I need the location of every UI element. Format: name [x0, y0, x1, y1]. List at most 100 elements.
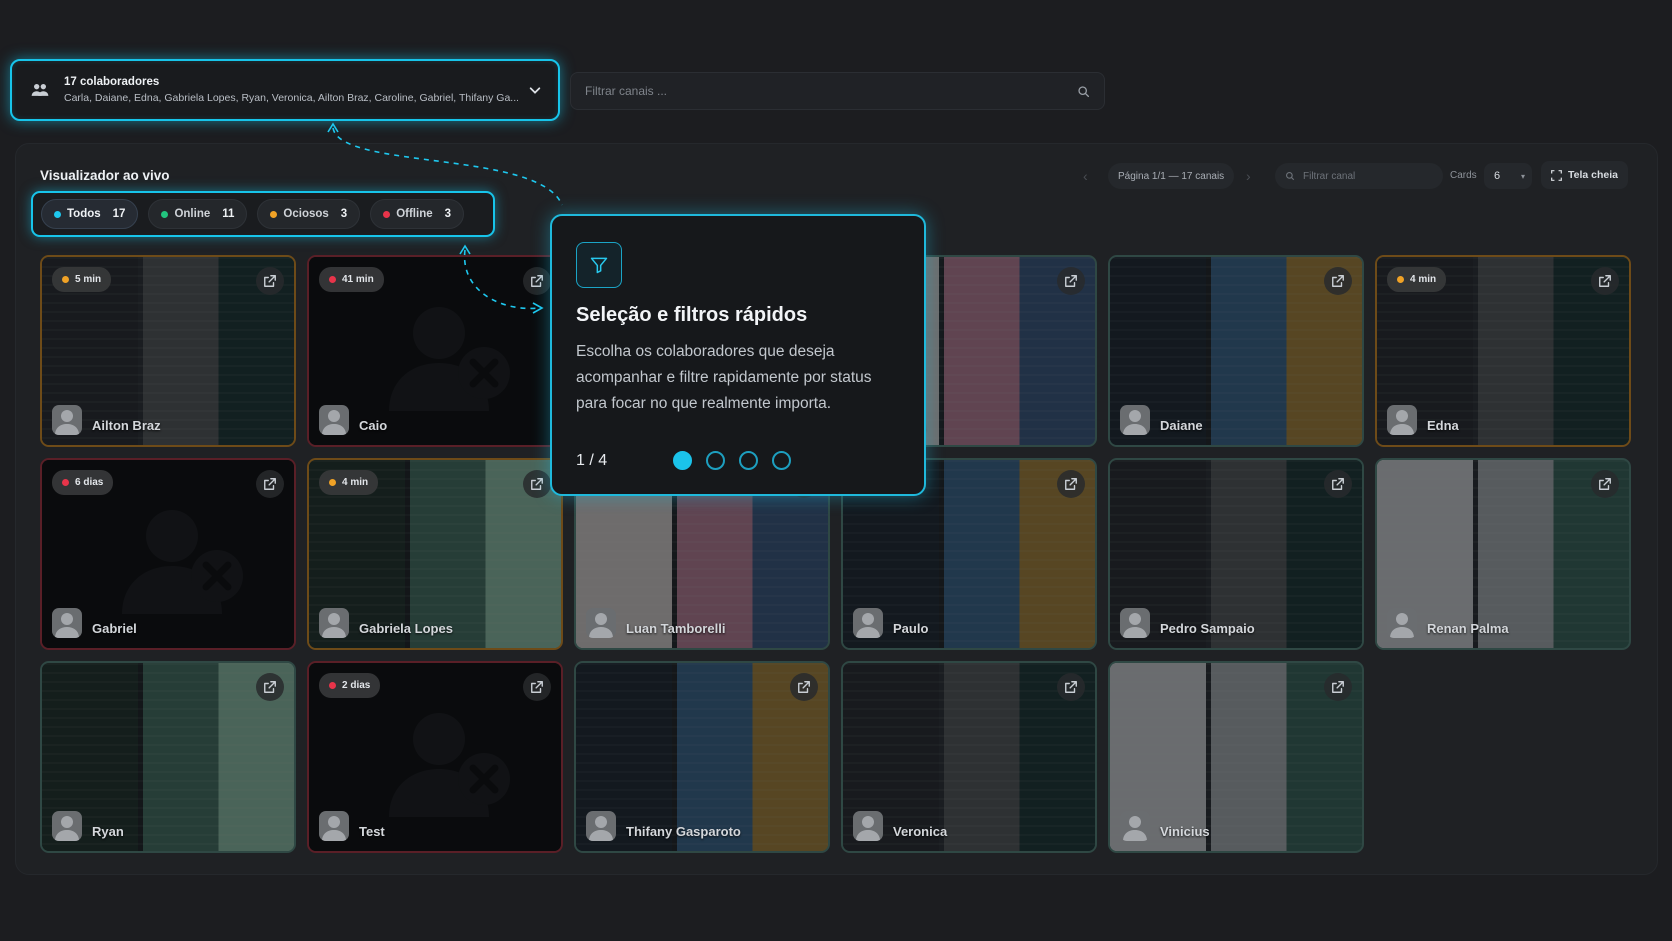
cards-per-page-select[interactable]: 6 ▾: [1484, 163, 1532, 189]
avatar: [1387, 608, 1417, 638]
channel-card[interactable]: 4 min Edna: [1375, 255, 1631, 447]
channel-card[interactable]: Daiane: [1108, 255, 1364, 447]
filter-all[interactable]: Todos 17: [41, 199, 139, 229]
channel-card[interactable]: Pedro Sampaio: [1108, 458, 1364, 650]
status-time: 5 min: [75, 274, 102, 285]
fullscreen-button[interactable]: Tela cheia: [1541, 161, 1628, 189]
channel-card[interactable]: 2 dias Test: [307, 661, 563, 853]
open-external-button[interactable]: [1591, 267, 1619, 295]
filter-label: Ociosos: [283, 208, 329, 220]
avatar: [586, 811, 616, 841]
collaborator-name: Renan Palma: [1427, 621, 1509, 636]
filter-label: Offline: [396, 208, 433, 220]
channel-filter-input[interactable]: [1303, 170, 1423, 182]
cards-label: Cards: [1450, 170, 1477, 181]
status-badge: 6 dias: [52, 470, 114, 495]
filter-online[interactable]: Online 11: [148, 199, 248, 229]
open-external-button[interactable]: [1057, 470, 1085, 498]
user-icon: [589, 613, 613, 638]
avatar: [52, 608, 82, 638]
user-icon: [322, 613, 346, 638]
channel-card[interactable]: Thifany Gasparoto: [574, 661, 830, 853]
filter-offline[interactable]: Offline 3: [370, 199, 465, 229]
tour-step-counter: 1 / 4: [576, 451, 608, 469]
open-external-button[interactable]: [523, 267, 551, 295]
open-external-button[interactable]: [1324, 267, 1352, 295]
channel-card[interactable]: Vinicius: [1108, 661, 1364, 853]
open-external-button[interactable]: [523, 470, 551, 498]
tour-description: Escolha os colaboradores que deseja acom…: [576, 343, 872, 412]
external-link-icon: [531, 275, 543, 287]
avatar: [586, 608, 616, 638]
external-link-icon: [264, 275, 276, 287]
channel-card[interactable]: Renan Palma: [1375, 458, 1631, 650]
status-time: 6 dias: [75, 477, 104, 488]
status-dot: [383, 210, 391, 218]
external-link-icon: [1599, 478, 1611, 490]
avatar: [1120, 811, 1150, 841]
avatar: [319, 405, 349, 435]
open-external-button[interactable]: [256, 470, 284, 498]
channel-filter[interactable]: [1275, 163, 1443, 189]
status-dot: [329, 682, 336, 689]
open-external-button[interactable]: [1591, 470, 1619, 498]
status-filters: Todos 17 Online 11 Ociosos 3 Offline 3: [31, 191, 495, 237]
tour-step-dots: [673, 451, 792, 470]
status-time: 4 min: [342, 477, 369, 488]
next-page-button[interactable]: ›: [1246, 168, 1251, 184]
channel-search[interactable]: [570, 72, 1105, 110]
tour-dot-4[interactable]: [772, 451, 792, 470]
channel-search-input[interactable]: [585, 84, 1077, 98]
open-external-button[interactable]: [256, 267, 284, 295]
collaborator-selector[interactable]: 17 colaboradores Carla, Daiane, Edna, Ga…: [10, 59, 560, 121]
user-icon: [55, 613, 79, 638]
search-icon[interactable]: [1077, 85, 1090, 98]
tour-dot-3[interactable]: [739, 451, 759, 470]
open-external-button[interactable]: [790, 673, 818, 701]
fullscreen-label: Tela cheia: [1568, 169, 1618, 181]
channel-card[interactable]: Ryan: [40, 661, 296, 853]
avatar: [52, 811, 82, 841]
open-external-button[interactable]: [1057, 673, 1085, 701]
status-badge: 4 min: [319, 470, 379, 495]
user-icon: [322, 816, 346, 841]
tour-dot-1[interactable]: [673, 451, 693, 470]
chevron-down-icon[interactable]: [528, 83, 542, 97]
status-time: 41 min: [342, 274, 374, 285]
user-icon: [856, 613, 880, 638]
collaborator-name: Pedro Sampaio: [1160, 621, 1255, 636]
collaborator-name: Daiane: [1160, 418, 1203, 433]
avatar: [319, 608, 349, 638]
open-external-button[interactable]: [523, 673, 551, 701]
channel-card[interactable]: 41 min Caio: [307, 255, 563, 447]
open-external-button[interactable]: [1057, 267, 1085, 295]
open-external-button[interactable]: [256, 673, 284, 701]
prev-page-button[interactable]: ‹: [1083, 168, 1088, 184]
filter-label: Online: [174, 208, 211, 220]
tour-dot-2[interactable]: [706, 451, 726, 470]
channel-card[interactable]: 5 min Ailton Braz: [40, 255, 296, 447]
channel-card[interactable]: 4 min Gabriela Lopes: [307, 458, 563, 650]
user-icon: [856, 816, 880, 841]
filter-idle[interactable]: Ociosos 3: [257, 199, 361, 229]
chevron-down-icon: ▾: [1520, 172, 1525, 181]
collaborator-count: 17 colaboradores: [64, 76, 160, 88]
open-external-button[interactable]: [1324, 673, 1352, 701]
status-time: 2 dias: [342, 680, 371, 691]
collaborator-name: Gabriel: [92, 621, 137, 636]
collaborator-names: Carla, Daiane, Edna, Gabriela Lopes, Rya…: [64, 92, 518, 104]
user-icon: [1123, 410, 1147, 435]
collaborator-name: Luan Tamborelli: [626, 621, 726, 636]
channel-card[interactable]: Veronica: [841, 661, 1097, 853]
user-icon: [1123, 613, 1147, 638]
tour-title: Seleção e filtros rápidos: [576, 304, 808, 326]
open-external-button[interactable]: [1324, 470, 1352, 498]
channel-card[interactable]: 6 dias Gabriel: [40, 458, 296, 650]
status-dot: [161, 210, 169, 218]
avatar: [1120, 608, 1150, 638]
user-icon: [1390, 410, 1414, 435]
cards-value: 6: [1494, 170, 1501, 182]
filter-icon: [576, 242, 622, 288]
pagination-label: Página 1/1 — 17 canais: [1108, 163, 1235, 189]
user-icon: [589, 816, 613, 841]
